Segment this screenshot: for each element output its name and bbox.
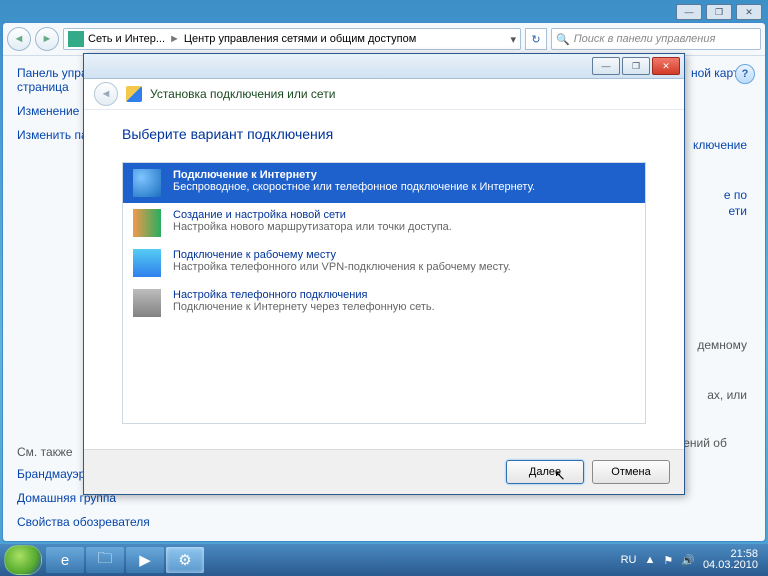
tray-lang[interactable]: RU — [621, 554, 637, 566]
opt-internet-sub: Беспроводное, скоростное или телефонное … — [173, 181, 535, 193]
opt-internet-title: Подключение к Интернету — [173, 169, 535, 181]
wizard-min[interactable]: — — [592, 57, 620, 75]
shield-icon — [126, 86, 142, 102]
search-placeholder: Поиск в панели управления — [574, 33, 716, 45]
opt-new-network-sub: Настройка нового маршрутизатора или точк… — [173, 221, 452, 233]
refresh-button[interactable]: ↻ — [525, 28, 547, 50]
wizard-heading: Выберите вариант подключения — [122, 126, 646, 142]
wizard-back[interactable]: ◄ — [94, 82, 118, 106]
sidebar-browser-props[interactable]: Свойства обозревателя — [17, 515, 247, 529]
opt-dialup-sub: Подключение к Интернету через телефонную… — [173, 301, 435, 313]
wizard-footer: Далее Отмена — [84, 449, 684, 494]
taskbar-control-panel[interactable]: ⚙ — [166, 547, 204, 573]
search-icon: 🔍 — [556, 33, 570, 46]
opt-workplace[interactable]: Подключение к рабочему месту Настройка т… — [123, 243, 645, 283]
tray-date: 04.03.2010 — [703, 560, 758, 571]
opt-workplace-title: Подключение к рабочему месту — [173, 249, 511, 261]
building-icon — [133, 249, 161, 277]
tray-action-icon[interactable]: ⚑ — [663, 554, 673, 567]
crumb-seg1: Сеть и Интер... — [88, 33, 165, 45]
tray-sound-icon[interactable]: 🔊 — [681, 554, 695, 567]
setup-connection-wizard: — ❐ ✕ ◄ Установка подключения или сети В… — [83, 53, 685, 495]
cancel-button[interactable]: Отмена — [592, 460, 670, 484]
help-icon[interactable]: ? — [735, 64, 755, 84]
tray-clock[interactable]: 21:58 04.03.2010 — [703, 549, 758, 571]
address-bar: ◄ ► Сеть и Интер... ► Центр управления с… — [3, 23, 765, 56]
taskbar-explorer[interactable]: 🗀 — [86, 547, 124, 573]
wizard-title: Установка подключения или сети — [150, 87, 335, 101]
opt-dialup-title: Настройка телефонного подключения — [173, 289, 435, 301]
globe-icon — [133, 169, 161, 197]
taskbar: e 🗀 ▶ ⚙ RU ▲ ⚑ 🔊 21:58 04.03.2010 — [0, 544, 768, 576]
crumb-sep: ► — [169, 33, 180, 45]
connection-options: Подключение к Интернету Беспроводное, ск… — [122, 162, 646, 424]
router-icon — [133, 209, 161, 237]
opt-dialup[interactable]: Настройка телефонного подключения Подклю… — [123, 283, 645, 323]
phone-icon — [133, 289, 161, 317]
win-min[interactable]: — — [676, 4, 702, 20]
nav-back[interactable]: ◄ — [7, 27, 31, 51]
tray-flag-icon[interactable]: ▲ — [644, 554, 655, 566]
start-button[interactable] — [4, 545, 42, 575]
search-input[interactable]: 🔍 Поиск в панели управления — [551, 28, 761, 50]
wizard-max[interactable]: ❐ — [622, 57, 650, 75]
opt-new-network-title: Создание и настройка новой сети — [173, 209, 452, 221]
network-icon — [68, 31, 84, 47]
crumb-seg2: Центр управления сетями и общим доступом — [184, 33, 416, 45]
opt-new-network[interactable]: Создание и настройка новой сети Настройк… — [123, 203, 645, 243]
wizard-close[interactable]: ✕ — [652, 57, 680, 75]
win-close[interactable]: ✕ — [736, 4, 762, 20]
wizard-titlebar: — ❐ ✕ — [84, 54, 684, 79]
taskbar-wmp[interactable]: ▶ — [126, 547, 164, 573]
opt-internet[interactable]: Подключение к Интернету Беспроводное, ск… — [123, 163, 645, 203]
next-button[interactable]: Далее — [506, 460, 584, 484]
win-max[interactable]: ❐ — [706, 4, 732, 20]
breadcrumb[interactable]: Сеть и Интер... ► Центр управления сетям… — [63, 28, 521, 50]
wizard-header: ◄ Установка подключения или сети — [84, 79, 684, 110]
opt-workplace-sub: Настройка телефонного или VPN-подключени… — [173, 261, 511, 273]
system-tray: RU ▲ ⚑ 🔊 21:58 04.03.2010 — [621, 549, 764, 571]
nav-forward[interactable]: ► — [35, 27, 59, 51]
taskbar-ie[interactable]: e — [46, 547, 84, 573]
